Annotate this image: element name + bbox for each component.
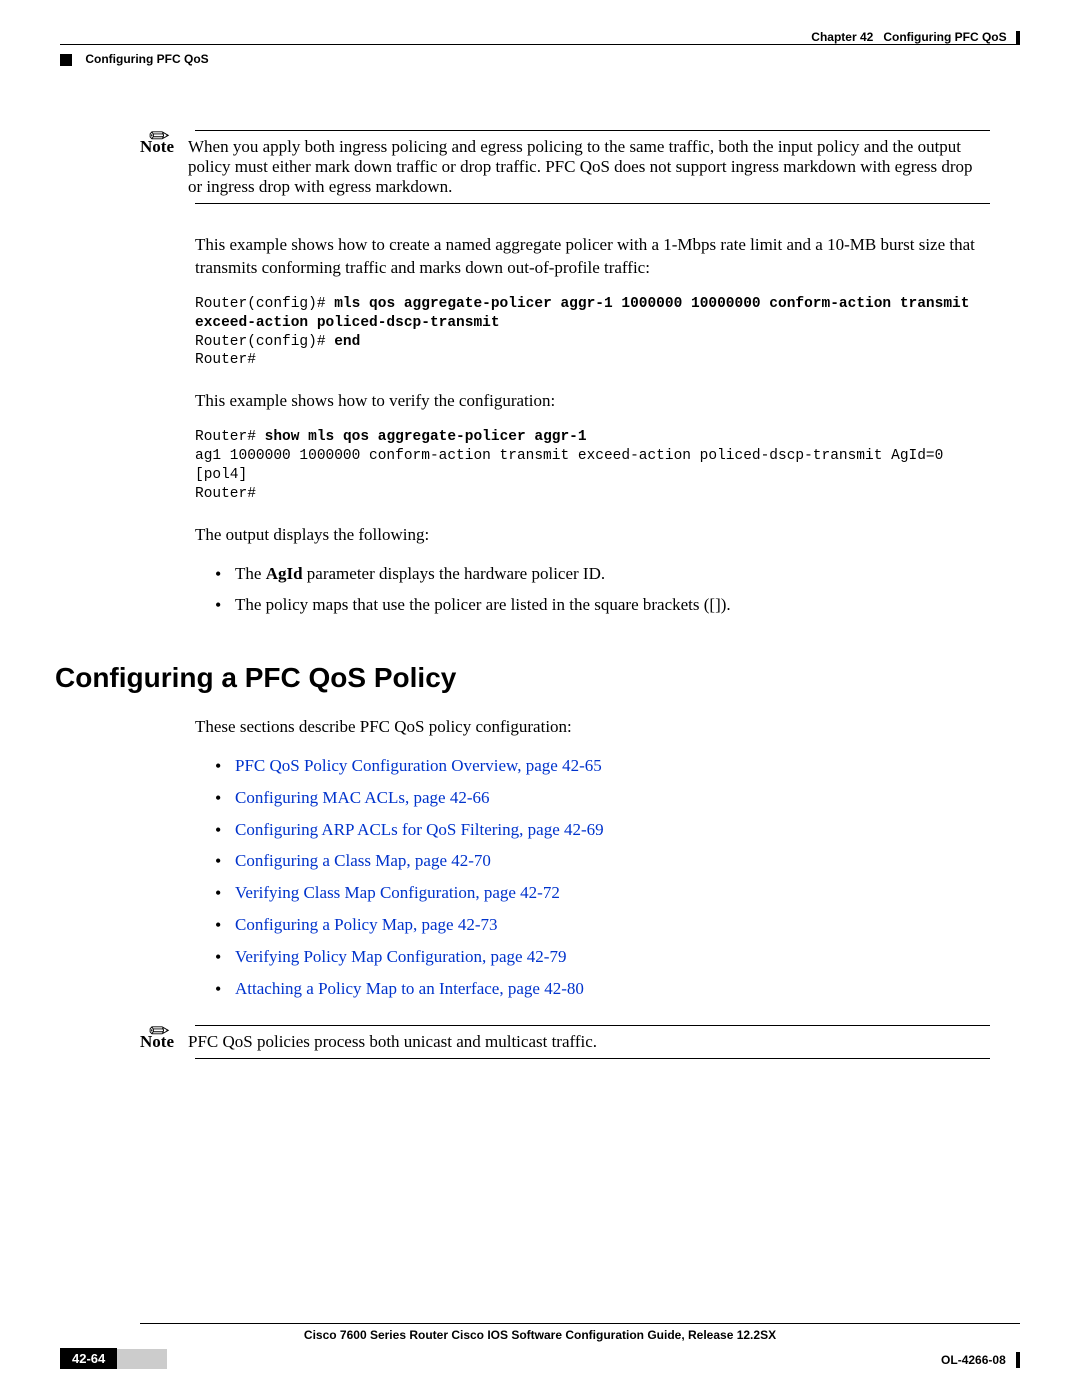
cross-ref-link[interactable]: Configuring MAC ACLs, page 42-66 bbox=[235, 788, 490, 807]
list-item: Configuring ARP ACLs for QoS Filtering, … bbox=[215, 818, 990, 842]
document-id: OL-4266-08 bbox=[941, 1353, 1006, 1367]
list-item: Verifying Class Map Configuration, page … bbox=[215, 881, 990, 905]
section-heading: Configuring a PFC QoS Policy bbox=[55, 662, 990, 694]
note-block-2: ✎ Note PFC QoS policies process both uni… bbox=[140, 1025, 990, 1059]
output-bullet-list: The AgId parameter displays the hardware… bbox=[215, 562, 990, 618]
code-block-2: Router# show mls qos aggregate-policer a… bbox=[195, 428, 990, 503]
code-block-1: Router(config)# mls qos aggregate-police… bbox=[195, 295, 990, 370]
paragraph: These sections describe PFC QoS policy c… bbox=[195, 716, 990, 739]
page-gray-box bbox=[117, 1349, 167, 1369]
list-item: Verifying Policy Map Configuration, page… bbox=[215, 945, 990, 969]
list-item: The AgId parameter displays the hardware… bbox=[215, 562, 990, 586]
link-bullet-list: PFC QoS Policy Configuration Overview, p… bbox=[215, 754, 990, 1000]
cross-ref-link[interactable]: Configuring a Policy Map, page 42-73 bbox=[235, 915, 498, 934]
paragraph: The output displays the following: bbox=[195, 524, 990, 547]
header-marker bbox=[1016, 31, 1020, 45]
note-block-1: ✎ Note When you apply both ingress polic… bbox=[140, 130, 990, 204]
list-item: Attaching a Policy Map to an Interface, … bbox=[215, 977, 990, 1001]
doc-id-wrapper: OL-4266-08 bbox=[941, 1349, 1020, 1369]
cross-ref-link[interactable]: Attaching a Policy Map to an Interface, … bbox=[235, 979, 584, 998]
list-item: PFC QoS Policy Configuration Overview, p… bbox=[215, 754, 990, 778]
cross-ref-link[interactable]: Verifying Class Map Configuration, page … bbox=[235, 883, 560, 902]
note-text: PFC QoS policies process both unicast an… bbox=[188, 1032, 983, 1052]
list-item: Configuring MAC ACLs, page 42-66 bbox=[215, 786, 990, 810]
list-item: Configuring a Policy Map, page 42-73 bbox=[215, 913, 990, 937]
list-item: Configuring a Class Map, page 42-70 bbox=[215, 849, 990, 873]
doc-id-marker bbox=[1016, 1352, 1020, 1368]
paragraph: This example shows how to verify the con… bbox=[195, 390, 990, 413]
paragraph: This example shows how to create a named… bbox=[195, 234, 990, 280]
note-text: When you apply both ingress policing and… bbox=[188, 137, 983, 197]
header-rule bbox=[60, 44, 1020, 45]
sub-header: Configuring PFC QoS bbox=[60, 52, 209, 66]
page-header: Chapter 42 Configuring PFC QoS bbox=[811, 30, 1020, 45]
cross-ref-link[interactable]: Configuring a Class Map, page 42-70 bbox=[235, 851, 491, 870]
page-footer: Cisco 7600 Series Router Cisco IOS Softw… bbox=[60, 1323, 1020, 1369]
chapter-number: Chapter 42 bbox=[811, 30, 873, 44]
footer-doc-title: Cisco 7600 Series Router Cisco IOS Softw… bbox=[60, 1328, 1020, 1342]
page-number: 42-64 bbox=[60, 1348, 117, 1369]
chapter-title: Configuring PFC QoS bbox=[883, 30, 1006, 44]
page-num-wrapper: 42-64 bbox=[60, 1348, 167, 1369]
main-content: ✎ Note When you apply both ingress polic… bbox=[140, 120, 990, 1089]
cross-ref-link[interactable]: Verifying Policy Map Configuration, page… bbox=[235, 947, 566, 966]
section-title: Configuring PFC QoS bbox=[85, 52, 208, 66]
section-marker bbox=[60, 54, 72, 66]
cross-ref-link[interactable]: PFC QoS Policy Configuration Overview, p… bbox=[235, 756, 602, 775]
cross-ref-link[interactable]: Configuring ARP ACLs for QoS Filtering, … bbox=[235, 820, 604, 839]
list-item: The policy maps that use the policer are… bbox=[215, 593, 990, 617]
